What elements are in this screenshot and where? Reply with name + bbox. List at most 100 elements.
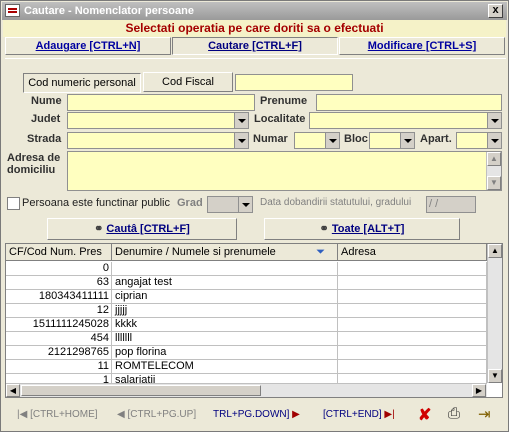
cod-input[interactable]: [235, 74, 353, 91]
cell-cod: 11: [6, 360, 112, 374]
cell-denumire: [112, 262, 338, 276]
cell-adresa: [338, 276, 487, 290]
cell-denumire: angajat test: [112, 276, 338, 290]
nav-prev-button[interactable]: ◀ [CTRL+PG.UP]: [117, 409, 196, 420]
localitate-select[interactable]: [309, 112, 502, 129]
nume-input[interactable]: [67, 94, 255, 111]
table-row[interactable]: 11 ROMTELECOM: [6, 360, 487, 374]
nume-label: Nume: [31, 95, 62, 107]
cell-adresa: [338, 262, 487, 276]
chevron-down-icon[interactable]: [234, 133, 248, 148]
title-bar: Cautare - Nomenclator persoane x: [2, 2, 507, 20]
table-row[interactable]: 0: [6, 262, 487, 276]
grid-vertical-scrollbar[interactable]: ▲ ▼: [487, 244, 502, 383]
cell-denumire: ciprian: [112, 290, 338, 304]
numar-select[interactable]: [294, 132, 340, 149]
toate-button[interactable]: ⚭ Toate [ALT+T]: [264, 218, 460, 240]
scroll-thumb[interactable]: [21, 385, 261, 396]
adresa-scrollbar[interactable]: ▲ ▼: [486, 152, 501, 190]
column-header-cod[interactable]: CF/Cod Num. Pres: [6, 244, 112, 261]
tab-adaugare[interactable]: Adaugare [CTRL+N]: [5, 37, 171, 55]
chevron-down-icon[interactable]: [487, 133, 501, 148]
nomenclator-window: Cautare - Nomenclator persoane x Selecta…: [0, 0, 509, 432]
nav-first-button[interactable]: |◀ [CTRL+HOME]: [17, 409, 98, 420]
table-row[interactable]: 180343411111 ciprian: [6, 290, 487, 304]
cell-cod: 63: [6, 276, 112, 290]
nav-next-button[interactable]: TRL+PG.DOWN] ▶: [213, 409, 300, 420]
prenume-input[interactable]: [316, 94, 502, 111]
table-row[interactable]: 63 angajat test: [6, 276, 487, 290]
results-grid[interactable]: CF/Cod Num. Pres Denumire / Numele si pr…: [5, 243, 503, 398]
filter-icon: ⏷: [316, 246, 325, 258]
chevron-down-icon[interactable]: [238, 197, 252, 212]
tab-modificare-label: Modificare [CTRL+S]: [367, 40, 477, 52]
exit-icon[interactable]: ⇥: [478, 405, 491, 423]
column-header-denumire[interactable]: Denumire / Numele si prenumele ⏷: [112, 244, 338, 261]
chevron-down-icon[interactable]: [325, 133, 339, 148]
functionar-checkbox[interactable]: [7, 197, 20, 210]
scroll-up-icon[interactable]: ▲: [487, 152, 501, 166]
apart-label: Apart.: [420, 133, 452, 145]
chevron-down-icon[interactable]: [400, 133, 414, 148]
column-header-denumire-label: Denumire / Numele si prenumele: [115, 246, 276, 258]
nav-last-label: [CTRL+END]: [323, 409, 382, 420]
nav-prev-label: [CTRL+PG.UP]: [127, 409, 197, 420]
scroll-left-icon[interactable]: ◀: [6, 384, 20, 397]
scroll-up-icon[interactable]: ▲: [488, 244, 502, 258]
table-row[interactable]: 454 lllllll: [6, 332, 487, 346]
localitate-label: Localitate: [254, 113, 306, 125]
toate-button-label: Toate [ALT+T]: [331, 223, 405, 235]
cell-denumire: jjjjj: [112, 304, 338, 318]
bloc-select[interactable]: [369, 132, 415, 149]
cauta-button-label: Cautâ [CTRL+F]: [106, 223, 190, 235]
table-row[interactable]: 12 jjjjj: [6, 304, 487, 318]
cf-toggle-button[interactable]: Cod Fiscal: [143, 72, 233, 92]
judet-select[interactable]: [67, 112, 249, 129]
scroll-down-icon[interactable]: ▼: [487, 176, 501, 190]
adresa-textarea[interactable]: ▲ ▼: [67, 151, 502, 191]
cell-adresa: [338, 360, 487, 374]
chevron-down-icon[interactable]: [487, 113, 501, 128]
cell-denumire: lllllll: [112, 332, 338, 346]
operation-tabs: Adaugare [CTRL+N] Cautare [CTRL+F] Modif…: [5, 37, 506, 55]
cnp-toggle-button[interactable]: Cod numeric personal: [23, 73, 141, 93]
close-button[interactable]: x: [488, 4, 503, 18]
print-icon[interactable]: ⎙: [448, 405, 460, 422]
bloc-label: Bloc: [344, 133, 368, 145]
tab-cautare[interactable]: Cautare [CTRL+F]: [172, 37, 338, 55]
data-input[interactable]: / /: [426, 196, 476, 213]
first-page-icon: |◀: [17, 409, 31, 420]
grad-label: Grad: [177, 197, 203, 209]
judet-label: Judet: [31, 113, 61, 125]
apart-select[interactable]: [456, 132, 502, 149]
nav-last-button[interactable]: [CTRL+END] ▶|: [323, 409, 395, 420]
table-row[interactable]: 1511111245028 kkkk: [6, 318, 487, 332]
scroll-down-icon[interactable]: ▼: [488, 369, 502, 383]
binoculars-icon: ⚭: [94, 223, 104, 235]
delete-icon[interactable]: ✘: [418, 405, 431, 425]
cell-adresa: [338, 318, 487, 332]
cell-cod: 12: [6, 304, 112, 318]
tab-cautare-label: Cautare [CTRL+F]: [208, 40, 302, 52]
grad-select[interactable]: [207, 196, 253, 213]
last-page-icon: ▶|: [381, 409, 395, 420]
nav-first-label: [CTRL+HOME]: [30, 409, 98, 420]
tab-modificare[interactable]: Modificare [CTRL+S]: [339, 37, 505, 55]
grid-horizontal-scrollbar[interactable]: ◀ ▶: [6, 383, 487, 397]
scroll-right-icon[interactable]: ▶: [472, 384, 486, 397]
strada-select[interactable]: [67, 132, 249, 149]
cell-cod: 2121298765: [6, 346, 112, 360]
tab-adaugare-label: Adaugare [CTRL+N]: [35, 40, 141, 52]
cell-cod: 1511111245028: [6, 318, 112, 332]
cauta-button[interactable]: ⚭ Cautâ [CTRL+F]: [47, 218, 237, 240]
next-page-icon: ▶: [289, 409, 300, 420]
binoculars-icon: ⚭: [319, 223, 329, 235]
chevron-down-icon[interactable]: [234, 113, 248, 128]
cell-adresa: [338, 332, 487, 346]
prev-page-icon: ◀: [117, 409, 128, 420]
column-header-adresa[interactable]: Adresa: [338, 244, 487, 261]
cell-cod: 0: [6, 262, 112, 276]
table-row[interactable]: 2121298765 pop florina: [6, 346, 487, 360]
numar-label: Numar: [253, 133, 288, 145]
data-label: Data dobandirii statutului, gradului: [260, 197, 412, 208]
